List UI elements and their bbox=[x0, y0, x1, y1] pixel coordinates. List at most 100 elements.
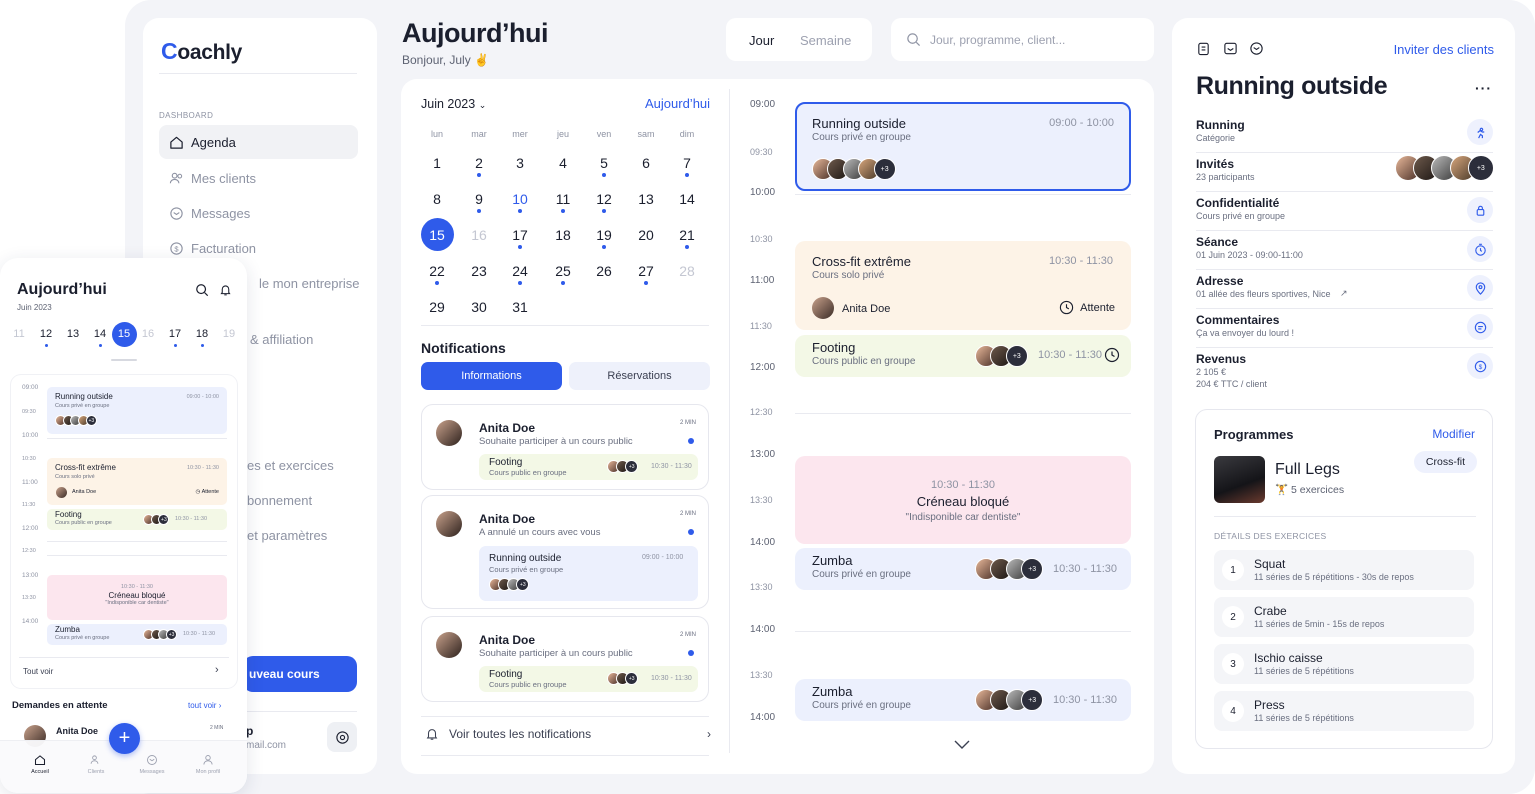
calendar-day[interactable]: 16 bbox=[464, 227, 494, 243]
calendar-day[interactable]: 20 bbox=[631, 227, 661, 243]
calendar-day[interactable]: 9 bbox=[464, 191, 494, 207]
clipboard-icon[interactable] bbox=[1196, 41, 1211, 56]
mobile-event-zumba[interactable]: Zumba Cours privé en groupe +3 10:30 - 1… bbox=[47, 624, 227, 645]
logo[interactable]: Coachly bbox=[161, 38, 242, 65]
exercise-row[interactable]: 3 Ischio caisse 11 séries de 5 répétitions bbox=[1214, 644, 1474, 684]
chevron-right-icon[interactable]: › bbox=[215, 664, 219, 676]
calendar-day[interactable]: 21 bbox=[672, 227, 702, 243]
exercise-row[interactable]: 2 Crabe 11 séries de 5min - 15s de repos bbox=[1214, 597, 1474, 637]
mobile-see-all[interactable]: Tout voir bbox=[23, 667, 53, 676]
notification-event[interactable]: Footing Cours public en groupe 10:30 - 11:… bbox=[479, 666, 698, 692]
runner-icon-button[interactable] bbox=[1467, 119, 1493, 145]
bell-icon[interactable] bbox=[219, 283, 232, 297]
calendar-day[interactable]: 25 bbox=[548, 263, 578, 279]
calendar-day[interactable]: 29 bbox=[422, 299, 452, 315]
tab-informations[interactable]: Informations bbox=[421, 362, 562, 390]
notification-event[interactable]: Running outside Cours privé en groupe 09:0… bbox=[479, 546, 698, 601]
lock-icon-button[interactable] bbox=[1467, 197, 1493, 223]
mobile-event-crossfit[interactable]: Cross-fit extrême Cours solo privé 10:30… bbox=[47, 458, 227, 505]
calendar-day[interactable]: 31 bbox=[505, 299, 535, 315]
search-input[interactable]: Jour, programme, client... bbox=[930, 33, 1065, 47]
external-link-icon[interactable]: ↗ bbox=[1340, 288, 1348, 299]
tab-messages[interactable]: Messages bbox=[132, 754, 172, 775]
calendar-day[interactable]: 5 bbox=[589, 155, 619, 171]
calendar-day[interactable]: 11 bbox=[548, 191, 578, 207]
new-course-button[interactable]: uveau cours bbox=[243, 656, 357, 692]
calendar-day[interactable]: 24 bbox=[505, 263, 535, 279]
sidebar-item-entreprise[interactable]: le mon entreprise bbox=[259, 276, 359, 291]
toggle-week[interactable]: Semaine bbox=[800, 33, 851, 48]
mobile-event-footing[interactable]: Footing Cours public en groupe +3 10:30 … bbox=[47, 509, 227, 530]
date-chip[interactable]: 16 bbox=[140, 328, 156, 340]
calendar-day[interactable]: 22 bbox=[422, 263, 452, 279]
tab-reservations[interactable]: Réservations bbox=[569, 362, 710, 390]
calendar-day[interactable]: 30 bbox=[464, 299, 494, 315]
toggle-day[interactable]: Jour bbox=[749, 33, 774, 48]
mobile-event-blocked[interactable]: 10:30 - 11:30 Créneau bloqué "Indisponib… bbox=[47, 575, 227, 620]
event-blocked-slot[interactable]: 10:30 - 11:30 Créneau bloqué "Indisponib… bbox=[795, 456, 1131, 544]
calendar-day[interactable]: 1 bbox=[422, 155, 452, 171]
search-icon[interactable] bbox=[195, 283, 209, 297]
calendar-day[interactable]: 7 bbox=[672, 155, 702, 171]
sidebar-item-messages[interactable]: Messages bbox=[159, 196, 358, 230]
calendar-day[interactable]: 28 bbox=[672, 263, 702, 279]
date-chip[interactable]: 15 bbox=[116, 328, 132, 340]
date-chip[interactable]: 14 bbox=[92, 328, 108, 340]
dollar-icon-button[interactable]: $ bbox=[1467, 353, 1493, 379]
notification-item[interactable]: Anita Doe A annulé un cours avec vous 2 MI… bbox=[421, 495, 709, 609]
sidebar-item-agenda[interactable]: Agenda bbox=[159, 125, 358, 159]
calendar-day[interactable]: 17 bbox=[505, 227, 535, 243]
exercise-row[interactable]: 4 Press 11 séries de 5 répétitions bbox=[1214, 691, 1474, 731]
drag-handle[interactable] bbox=[111, 359, 137, 361]
calendar-day[interactable]: 18 bbox=[548, 227, 578, 243]
calendar-day[interactable]: 10 bbox=[505, 191, 535, 207]
tab-clients[interactable]: Clients bbox=[76, 754, 116, 775]
notification-item[interactable]: Anita Doe Souhaite participer à un cours … bbox=[421, 616, 709, 702]
event-footing[interactable]: Footing Cours public en groupe +3 10:30 … bbox=[795, 335, 1131, 377]
comment-icon-button[interactable] bbox=[1467, 314, 1493, 340]
notification-item[interactable]: Anita Doe Souhaite participer à un cours … bbox=[421, 404, 709, 490]
add-fab-button[interactable]: + bbox=[109, 723, 140, 754]
sidebar-item-programmes[interactable]: es et exercices bbox=[247, 458, 334, 473]
date-chip[interactable]: 12 bbox=[38, 328, 54, 340]
timer-icon-button[interactable] bbox=[1467, 236, 1493, 262]
location-icon-button[interactable] bbox=[1467, 275, 1493, 301]
edit-programme-link[interactable]: Modifier bbox=[1432, 427, 1475, 441]
calendar-day[interactable]: 4 bbox=[548, 155, 578, 171]
exercise-row[interactable]: 1 Squat 11 séries de 5 répétitions - 30s d… bbox=[1214, 550, 1474, 590]
notification-event[interactable]: Footing Cours public en groupe 10:30 - 11:… bbox=[479, 454, 698, 480]
calendar-day[interactable]: 2 bbox=[464, 155, 494, 171]
sidebar-item-parametres[interactable]: et paramètres bbox=[247, 528, 327, 543]
calendar-day[interactable]: 19 bbox=[589, 227, 619, 243]
tab-accueil[interactable]: Accueil bbox=[20, 754, 60, 775]
calendar-day[interactable]: 13 bbox=[631, 191, 661, 207]
sidebar-item-abonnement[interactable]: bonnement bbox=[247, 493, 312, 508]
calendar-day[interactable]: 8 bbox=[422, 191, 452, 207]
search-bar[interactable]: Jour, programme, client... bbox=[891, 18, 1154, 61]
calendar-day[interactable]: 15 bbox=[422, 227, 452, 243]
calendar-day[interactable]: 26 bbox=[589, 263, 619, 279]
calendar-day[interactable]: 3 bbox=[505, 155, 535, 171]
event-zumba[interactable]: Zumba Cours privé en groupe +3 10:30 - 1… bbox=[795, 548, 1131, 590]
date-chip[interactable]: 17 bbox=[167, 328, 183, 340]
today-link[interactable]: Aujourd’hui bbox=[645, 96, 710, 111]
sidebar-item-affiliation[interactable]: & affiliation bbox=[250, 332, 313, 347]
pending-see-all-link[interactable]: tout voir › bbox=[188, 701, 221, 710]
calendar-day[interactable]: 12 bbox=[589, 191, 619, 207]
chevron-down-icon[interactable] bbox=[953, 737, 971, 753]
more-icon[interactable]: ··· bbox=[1475, 80, 1492, 96]
calendar-day[interactable]: 27 bbox=[631, 263, 661, 279]
invite-clients-link[interactable]: Inviter des clients bbox=[1394, 42, 1494, 57]
sidebar-item-clients[interactable]: Mes clients bbox=[159, 161, 358, 195]
calendar-day[interactable]: 6 bbox=[631, 155, 661, 171]
inbox-icon[interactable] bbox=[1223, 41, 1238, 56]
date-chip[interactable]: 18 bbox=[194, 328, 210, 340]
calendar-day[interactable]: 14 bbox=[672, 191, 702, 207]
see-all-notifications[interactable]: Voir toutes les notifications › bbox=[425, 727, 711, 741]
mail-icon[interactable] bbox=[1249, 41, 1264, 56]
event-running-outside[interactable]: Running outside Cours privé en groupe 09… bbox=[795, 102, 1131, 191]
event-zumba-2[interactable]: Zumba Cours privé en groupe +3 10:30 - 1… bbox=[795, 679, 1131, 721]
calendar-day[interactable]: 23 bbox=[464, 263, 494, 279]
guest-avatars[interactable]: +3 bbox=[1395, 155, 1494, 181]
event-crossfit[interactable]: Cross-fit extrême Cours solo privé 10:30… bbox=[795, 241, 1131, 330]
